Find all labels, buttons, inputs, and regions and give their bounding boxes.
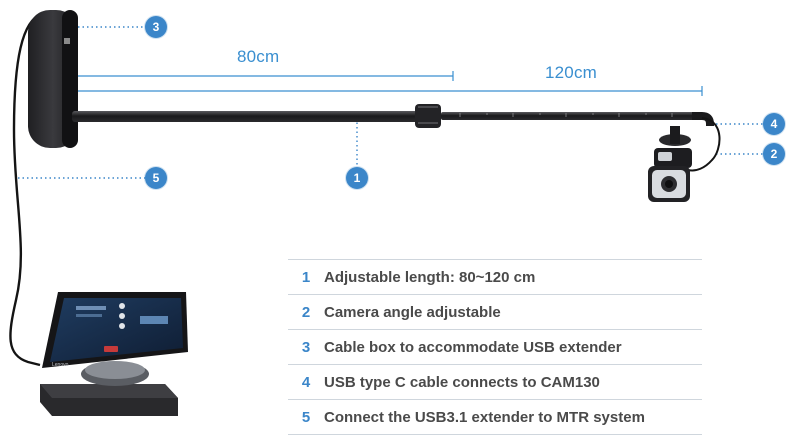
callout-badge-5: 5 [145,167,167,189]
legend-number: 4 [301,373,311,391]
dimension-80cm: 80cm [237,47,280,66]
dimension-120cm: 120cm [545,63,598,82]
legend-number: 1 [301,268,311,286]
dimension-lines [71,71,703,96]
mtr-device: Lenovo [40,292,188,416]
legend-number: 3 [301,338,311,356]
legend-item: 2 Camera angle adjustable [288,295,702,330]
camera-cam130 [648,126,692,202]
pole-extension [441,112,699,120]
leader-lines [18,26,763,179]
legend-number: 2 [301,303,311,321]
cable-box [28,10,78,148]
product-diagram: Lenovo 80cm 120cm 3 5 1 4 2 1 Adjustable… [0,0,789,442]
legend-item: 4 USB type C cable connects to CAM130 [288,365,702,400]
callout-badge-4: 4 [763,113,785,135]
callout-badge-3: 3 [145,16,167,38]
legend-item: 1 Adjustable length: 80~120 cm [288,259,702,295]
legend-number: 5 [301,408,311,426]
pole-main [72,111,420,122]
callout-badge-2: 2 [763,143,785,165]
legend-text: Cable box to accommodate USB extender [324,338,622,356]
legend-text: USB type C cable connects to CAM130 [324,373,600,391]
legend-item: 5 Connect the USB3.1 extender to MTR sys… [288,400,702,435]
legend-text: Adjustable length: 80~120 cm [324,268,536,286]
usb-c-cable [687,117,721,172]
feature-legend: 1 Adjustable length: 80~120 cm 2 Camera … [288,259,702,435]
legend-item: 3 Cable box to accommodate USB extender [288,330,702,365]
callout-badge-1: 1 [346,167,368,189]
legend-text: Connect the USB3.1 extender to MTR syste… [324,408,645,426]
legend-text: Camera angle adjustable [324,303,501,321]
device-brand-text: Lenovo [52,362,69,368]
